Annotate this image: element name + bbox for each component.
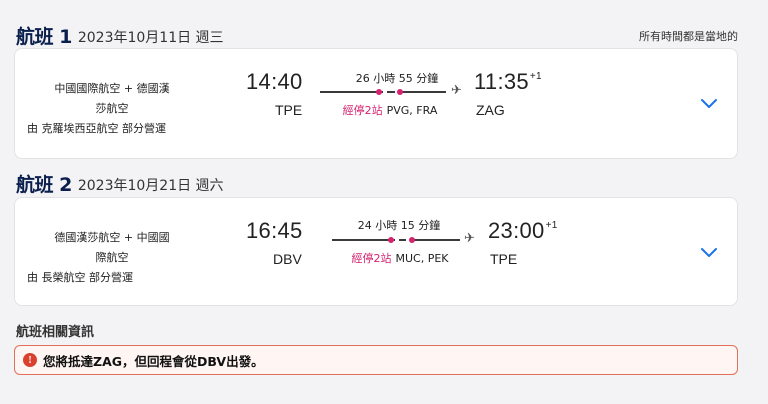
departure-time: 14:40	[246, 69, 303, 94]
arrival-time: 11:35+1	[474, 69, 542, 94]
chevron-down-icon[interactable]	[699, 97, 719, 111]
airline-line2: 際航空	[95, 251, 129, 264]
arrival-airport: ZAG	[476, 102, 505, 118]
arrival-day-offset: +1	[545, 219, 558, 231]
plane-icon: ✈	[451, 83, 462, 98]
airline-names: 德國漢莎航空 + 中國國 際航空 由 長榮航空 部分營運	[27, 228, 187, 288]
stops-airports: PVG, FRA	[386, 104, 438, 117]
chevron-down-icon[interactable]	[699, 246, 719, 260]
flight-card-2[interactable]: 德國漢莎航空 + 中國國 際航空 由 長榮航空 部分營運 16:45 DBV 2…	[14, 197, 738, 306]
stops-airports: MUC, PEK	[395, 252, 449, 265]
flight-1-header: 航班 1 2023年10月11日 週三	[16, 22, 224, 49]
departure-airport: TPE	[275, 102, 303, 118]
alert-icon: !	[23, 353, 37, 367]
flight-duration: 26 小時 55 分鐘	[355, 72, 439, 85]
arrival-time: 23:00+1	[488, 218, 558, 243]
departure-time: 16:45	[246, 218, 303, 243]
departure-airport: DBV	[273, 251, 302, 267]
flight-number: 航班 2	[16, 174, 72, 196]
arrival-day-offset: +1	[529, 70, 542, 82]
airline-line2: 莎航空	[95, 102, 129, 115]
flight-info-title: 航班相關資訊	[16, 325, 95, 340]
stop-marker	[388, 237, 394, 243]
stops-info: 經停2站 MUC, PEK	[325, 250, 475, 266]
stops-info: 經停2站 PVG, FRA	[315, 102, 465, 118]
alert-message: 您將抵達ZAG，但回程會從DBV出發。	[43, 353, 264, 369]
stops-count: 經停2站	[351, 252, 392, 265]
plane-icon: ✈	[464, 231, 475, 246]
flight-duration: 24 小時 15 分鐘	[357, 219, 441, 232]
timezone-note: 所有時間都是當地的	[639, 30, 738, 43]
stops-count: 經停2站	[342, 104, 383, 117]
operated-by: 由 長榮航空 部分營運	[27, 271, 133, 284]
flight-date: 2023年10月11日 週三	[77, 30, 224, 46]
airline-names: 中國國際航空 + 德國漢 莎航空 由 克羅埃西亞航空 部分營運	[27, 79, 187, 139]
flight-2-header: 航班 2 2023年10月21日 週六	[16, 170, 224, 197]
operated-by: 由 克羅埃西亞航空 部分營運	[27, 122, 166, 135]
stop-marker	[397, 89, 403, 95]
flight-card-1[interactable]: 中國國際航空 + 德國漢 莎航空 由 克羅埃西亞航空 部分營運 14:40 TP…	[14, 48, 738, 159]
arrival-airport: TPE	[490, 251, 518, 267]
stop-marker	[376, 89, 382, 95]
airline-line1: 中國國際航空 + 德國漢	[54, 82, 170, 95]
flight-number: 航班 1	[16, 26, 72, 48]
airline-line1: 德國漢莎航空 + 中國國	[54, 231, 170, 244]
alert-banner: ! 您將抵達ZAG，但回程會從DBV出發。	[14, 345, 738, 375]
flight-date: 2023年10月21日 週六	[77, 178, 224, 194]
stop-marker	[409, 237, 415, 243]
